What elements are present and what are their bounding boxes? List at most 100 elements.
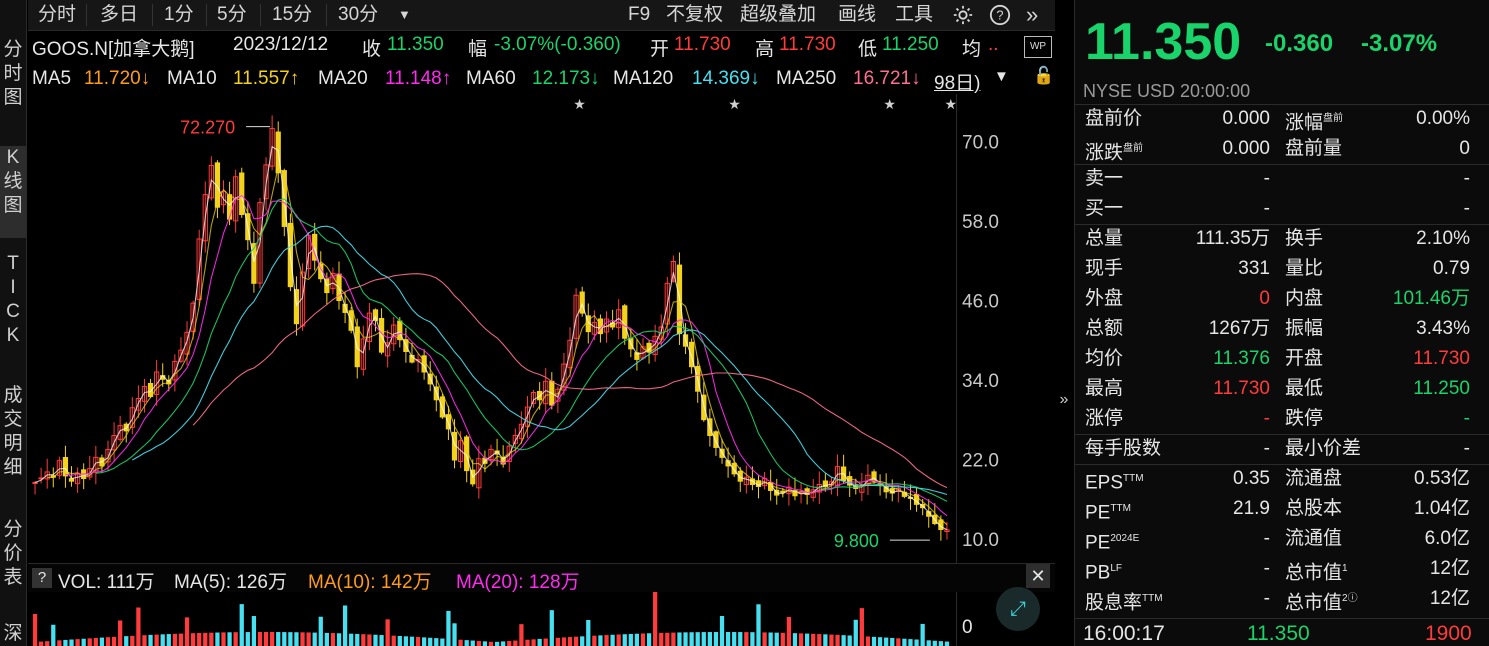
tab-intraday[interactable]: 分 时 图: [0, 38, 26, 122]
field-label: 振幅: [1285, 314, 1323, 344]
y-tick-label: 70.0: [962, 133, 999, 154]
volume-bar: [215, 632, 220, 646]
low-value: 11.250: [882, 34, 939, 55]
caret-down-icon[interactable]: ▼: [398, 0, 411, 30]
volume-bar: [774, 632, 779, 646]
avg-value: ..: [988, 34, 999, 55]
tab-price-table[interactable]: 分 价 表: [0, 518, 26, 602]
volume-bar: [573, 636, 579, 646]
volume-bar: [805, 633, 810, 646]
close-icon[interactable]: ✕: [1026, 564, 1050, 588]
volume-bar: [610, 634, 615, 646]
volume-bar: [276, 632, 281, 646]
quote-row: PE2024E - 流通值 6.0亿: [1083, 524, 1480, 554]
volume-bar: [99, 637, 105, 646]
field-label: 均价: [1085, 344, 1123, 374]
ma10-value: 11.557↑: [233, 68, 300, 89]
volume-bar: [683, 632, 688, 646]
help-icon[interactable]: ?: [989, 0, 1011, 30]
field-label-text: PE: [1085, 532, 1111, 554]
ma-period-extra[interactable]: 98日): [934, 68, 980, 95]
volume-bar: [914, 639, 919, 646]
volume-bar: [567, 637, 573, 646]
f9-button[interactable]: F9: [628, 0, 650, 30]
wp-badge[interactable]: WP: [1024, 36, 1052, 58]
kline-chart[interactable]: 70.058.046.034.022.010.072.2709.800★ ★ ★ ★: [28, 94, 1055, 566]
ma250-label: MA250: [776, 68, 837, 89]
volume-bar: [270, 632, 275, 646]
volume-bar: [306, 632, 311, 646]
volume-bar: [318, 616, 323, 646]
field-value: 2.10%: [1416, 224, 1470, 254]
quote-row: 涨跌盘前 0.000 盘前量 0: [1083, 134, 1480, 164]
volume-bar: [908, 639, 913, 646]
volume-bar: [385, 619, 390, 646]
field-label-text: 现手: [1085, 258, 1124, 279]
period-intraday[interactable]: 分时: [38, 0, 76, 30]
volume-bar: [817, 634, 822, 646]
period-30min[interactable]: 30分: [338, 0, 378, 30]
left-tab-bar: 分 时 图 K 线 图 T I C K 成 交 明 细 分 价 表 深: [0, 0, 27, 646]
volume-bar: [142, 635, 147, 646]
low-label: 低: [858, 39, 878, 60]
field-value-text: 21.9: [1233, 498, 1270, 519]
field-value-text: 0: [1259, 288, 1270, 309]
period-multiday[interactable]: 多日: [100, 0, 138, 30]
field-value: 3.43%: [1416, 314, 1470, 344]
toolbar-divider: [206, 4, 207, 26]
last-price: 11.350: [1085, 13, 1242, 71]
field-value: 11.250: [1413, 374, 1470, 404]
field-label-text: 涨幅: [1285, 112, 1324, 134]
field-value: -: [1264, 194, 1270, 224]
no-adjust-button[interactable]: 不复权: [666, 0, 723, 30]
field-value-text: -: [1263, 528, 1270, 549]
tab-trade-detail[interactable]: 成 交 明 细: [0, 384, 26, 496]
field-value: 1.04亿: [1414, 494, 1470, 524]
tab-depth[interactable]: 深: [0, 622, 26, 646]
ma20-value: 11.148↑: [385, 68, 452, 89]
field-label-superscript: 1: [1342, 563, 1348, 574]
super-overlay-button[interactable]: 超级叠加: [740, 0, 816, 30]
volume-bar: [768, 632, 773, 646]
volume-bar: [598, 635, 603, 646]
field-label: 开盘: [1285, 344, 1323, 374]
field-value-text: 0.00%: [1416, 108, 1470, 129]
volume-bar: [93, 637, 98, 646]
ma-dropdown-icon[interactable]: ▼: [994, 68, 1009, 85]
quote-row: 盘前价 0.000 涨幅盘前 0.00%: [1083, 104, 1480, 134]
lock-icon[interactable]: 🔓: [1033, 66, 1054, 86]
field-label-text: 最高: [1085, 378, 1124, 399]
volume-bar: [543, 638, 548, 646]
quote-row: EPSTTM 0.35 流通盘 0.53亿: [1083, 464, 1480, 494]
tab-kline[interactable]: K 线 图: [0, 146, 26, 238]
tab-tick[interactable]: T I C K: [0, 252, 26, 364]
field-value-text: -: [1463, 168, 1470, 189]
collapse-arrow-icon[interactable]: »: [1056, 380, 1072, 420]
double-chevron-right-icon[interactable]: »: [1026, 0, 1038, 30]
volume-bar: [701, 632, 706, 646]
volume-bar: [640, 633, 646, 646]
field-label: 总额: [1085, 314, 1123, 344]
volume-bar: [81, 638, 86, 646]
ma120-label: MA120: [613, 68, 674, 89]
volume-bar: [792, 633, 798, 646]
field-label-text: 买一: [1085, 198, 1124, 219]
volume-bar: [415, 637, 421, 646]
settings-icon[interactable]: [952, 0, 974, 30]
field-value: 0.35: [1233, 464, 1270, 494]
volume-bar: [409, 636, 415, 646]
volume-bar: [780, 632, 785, 646]
period-5min[interactable]: 5分: [217, 0, 247, 30]
volume-help-button[interactable]: ?: [32, 568, 52, 588]
field-value-text: 11.730: [1413, 348, 1470, 369]
volume-bar: [342, 605, 348, 646]
volume-bar: [944, 641, 950, 646]
field-label: 涨停: [1085, 404, 1123, 434]
expand-arrows-icon[interactable]: ⤢: [996, 587, 1040, 631]
draw-line-button[interactable]: 画线: [838, 0, 876, 30]
field-value-text: 101.46万: [1392, 288, 1470, 309]
period-1min[interactable]: 1分: [164, 0, 194, 30]
period-15min[interactable]: 15分: [272, 0, 312, 30]
quote-panel: 11.350 -0.360 -3.07% NYSE USD 20:00:00 盘…: [1074, 0, 1489, 646]
tools-button[interactable]: 工具: [895, 0, 933, 30]
